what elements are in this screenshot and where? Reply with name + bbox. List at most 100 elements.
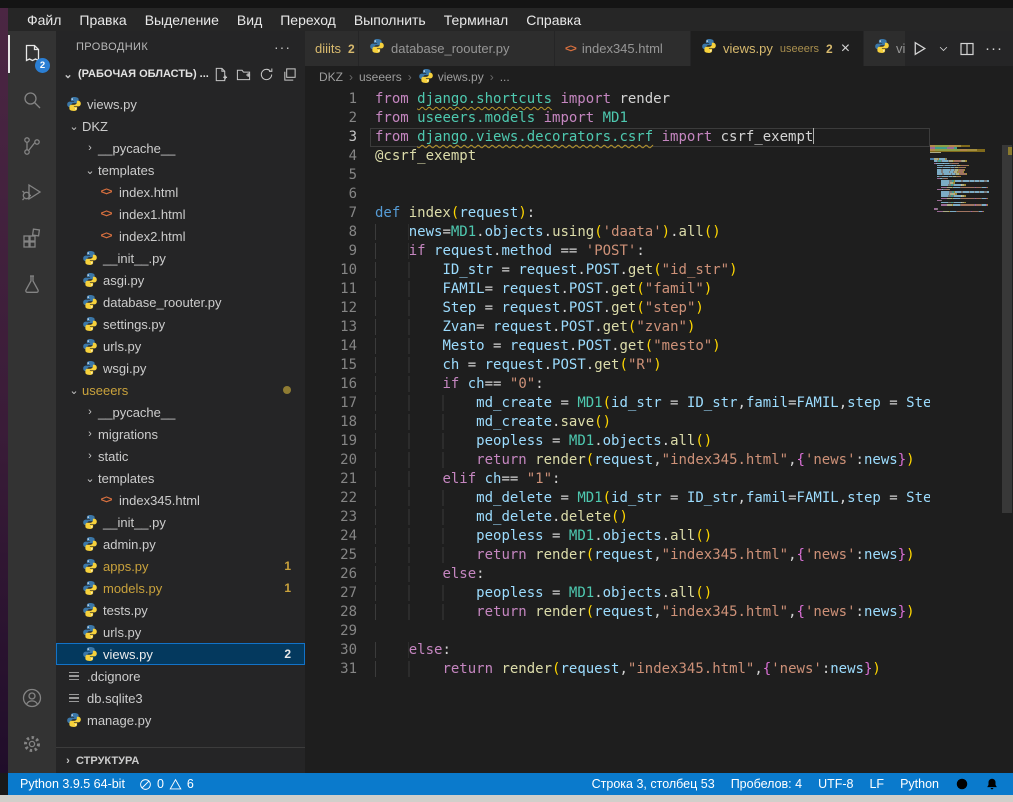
code-line[interactable]: elif ch== "1": <box>375 470 930 489</box>
tree-item-asgi.py[interactable]: asgi.py <box>56 269 305 291</box>
split-editor-icon[interactable] <box>959 41 975 57</box>
cursor-position-status[interactable]: Строка 3, столбец 53 <box>592 777 715 791</box>
breadcrumb-item-DKZ[interactable]: DKZ <box>319 70 343 84</box>
tree-item-__pycache__[interactable]: ›__pycache__ <box>56 401 305 423</box>
code-line[interactable]: ID_str = request.POST.get("id_str") <box>375 261 930 280</box>
activity-explorer-icon[interactable]: 2 <box>8 31 56 77</box>
code-line[interactable]: ch = request.POST.get("R") <box>375 356 930 375</box>
menu-item-Терминал[interactable]: Терминал <box>435 12 517 28</box>
menu-item-Вид[interactable]: Вид <box>228 12 271 28</box>
code-line[interactable]: md_delete = MD1(id_str = ID_str,famil=FA… <box>375 489 930 508</box>
tree-item-views.py[interactable]: views.py2 <box>56 643 305 665</box>
code-line[interactable]: from django.shortcuts import render <box>375 90 930 109</box>
tree-item-db.sqlite3[interactable]: db.sqlite3 <box>56 687 305 709</box>
tree-item-models.py[interactable]: models.py1 <box>56 577 305 599</box>
code-line[interactable]: def index(request): <box>375 204 930 223</box>
code-line[interactable]: md_delete.delete() <box>375 508 930 527</box>
code-line[interactable]: from useeers.models import MD1 <box>375 109 930 128</box>
tree-item-__init__.py[interactable]: __init__.py <box>56 247 305 269</box>
code-line[interactable]: Mesto = request.POST.get("mesto") <box>375 337 930 356</box>
tab-index345.html[interactable]: <>index345.html <box>555 31 691 66</box>
code-line[interactable]: if request.method == 'POST': <box>375 242 930 261</box>
code-line[interactable]: md_create = MD1(id_str = ID_str,famil=FA… <box>375 394 930 413</box>
tree-item-migrations[interactable]: ›migrations <box>56 423 305 445</box>
code-line[interactable]: peopless = MD1.objects.all() <box>375 584 930 603</box>
new-file-icon[interactable] <box>213 67 228 82</box>
code-line[interactable]: news=MD1.objects.using('daata').all() <box>375 223 930 242</box>
indentation-status[interactable]: Пробелов: 4 <box>731 777 802 791</box>
code-line[interactable]: return render(request,"index345.html",{'… <box>375 546 930 565</box>
code-line[interactable] <box>375 622 930 641</box>
tree-item-database_roouter.py[interactable]: database_roouter.py <box>56 291 305 313</box>
code-line[interactable]: from django.views.decorators.csrf import… <box>375 128 930 147</box>
vertical-scrollbar[interactable] <box>1001 145 1013 773</box>
code-line[interactable]: return render(request,"index345.html",{'… <box>375 451 930 470</box>
tree-item-tests.py[interactable]: tests.py <box>56 599 305 621</box>
code-line[interactable]: else: <box>375 641 930 660</box>
activity-account-icon[interactable] <box>8 675 56 721</box>
tree-item-apps.py[interactable]: apps.py1 <box>56 555 305 577</box>
activity-search-icon[interactable] <box>8 77 56 123</box>
tab-database_roouter.py[interactable]: database_roouter.py <box>359 31 555 66</box>
encoding-status[interactable]: UTF-8 <box>818 777 853 791</box>
tree-item-manage.py[interactable]: manage.py <box>56 709 305 731</box>
tree-item-templates[interactable]: ⌄templates <box>56 467 305 489</box>
tree-item-wsgi.py[interactable]: wsgi.py <box>56 357 305 379</box>
menu-item-Правка[interactable]: Правка <box>70 12 135 28</box>
tree-item-__init__.py[interactable]: __init__.py <box>56 511 305 533</box>
code-line[interactable] <box>375 185 930 204</box>
menu-item-Выделение[interactable]: Выделение <box>136 12 228 28</box>
tree-item-DKZ[interactable]: ⌄DKZ <box>56 115 305 137</box>
tab-views.py[interactable]: views.pyuseeers2× <box>691 31 864 66</box>
code-line[interactable]: return render(request,"index345.html",{'… <box>375 660 930 679</box>
code-line[interactable]: FAMIL= request.POST.get("famil") <box>375 280 930 299</box>
minimap[interactable] <box>930 145 1001 773</box>
activity-settings-icon[interactable] <box>8 721 56 767</box>
tree-item-views.py[interactable]: views.py <box>56 93 305 115</box>
tree-item-index345.html[interactable]: <>index345.html <box>56 489 305 511</box>
eol-status[interactable]: LF <box>869 777 884 791</box>
activity-source-control-icon[interactable] <box>8 123 56 169</box>
tree-item-settings.py[interactable]: settings.py <box>56 313 305 335</box>
activity-run-and-debug-icon[interactable] <box>8 169 56 215</box>
code-line[interactable]: Zvan= request.POST.get("zvan") <box>375 318 930 337</box>
breadcrumb-item-useeers[interactable]: useeers <box>359 70 402 84</box>
outline-section-header[interactable]: › СТРУКТУРА <box>56 747 305 773</box>
code-line[interactable]: if ch== "0": <box>375 375 930 394</box>
breadcrumb-item-views.py[interactable]: views.py <box>418 68 484 87</box>
tree-item-index2.html[interactable]: <>index2.html <box>56 225 305 247</box>
collapse-folders-icon[interactable] <box>282 67 297 82</box>
close-tab-icon[interactable]: × <box>841 41 850 57</box>
tree-item-urls.py[interactable]: urls.py <box>56 335 305 357</box>
code-line[interactable]: peopless = MD1.objects.all() <box>375 432 930 451</box>
menu-item-Выполнить[interactable]: Выполнить <box>345 12 435 28</box>
code-line[interactable] <box>375 166 930 185</box>
refresh-icon[interactable] <box>259 67 274 82</box>
menu-item-Переход[interactable]: Переход <box>271 12 345 28</box>
python-interpreter-status[interactable]: Python 3.9.5 64-bit <box>20 777 125 791</box>
tree-item-__pycache__[interactable]: ›__pycache__ <box>56 137 305 159</box>
problems-status[interactable]: 0 6 <box>139 777 194 791</box>
tree-item-urls.py[interactable]: urls.py <box>56 621 305 643</box>
run-dropdown-icon[interactable] <box>938 43 949 54</box>
tree-item-useeers[interactable]: ⌄useeers <box>56 379 305 401</box>
menu-item-Файл[interactable]: Файл <box>18 12 70 28</box>
code-line[interactable]: Step = request.POST.get("step") <box>375 299 930 318</box>
code-editor[interactable]: 1234567891011121314151617181920212223242… <box>305 88 1013 773</box>
sidebar-more-actions-icon[interactable]: ··· <box>274 39 291 55</box>
feedback-icon[interactable] <box>955 777 969 791</box>
code-line[interactable]: @csrf_exempt <box>375 147 930 166</box>
tree-item-static[interactable]: ›static <box>56 445 305 467</box>
tree-item-.dcignore[interactable]: .dcignore <box>56 665 305 687</box>
vertical-scrollbar-thumb[interactable] <box>1002 145 1012 513</box>
tree-item-index.html[interactable]: <>index.html <box>56 181 305 203</box>
code-line[interactable]: md_create.save() <box>375 413 930 432</box>
new-folder-icon[interactable] <box>236 67 251 82</box>
language-mode-status[interactable]: Python <box>900 777 939 791</box>
menu-item-Справка[interactable]: Справка <box>517 12 590 28</box>
tree-item-templates[interactable]: ⌄templates <box>56 159 305 181</box>
activity-extensions-icon[interactable] <box>8 215 56 261</box>
run-button[interactable] <box>911 40 928 57</box>
breadcrumb-item-...[interactable]: ... <box>500 70 510 84</box>
tree-item-admin.py[interactable]: admin.py <box>56 533 305 555</box>
